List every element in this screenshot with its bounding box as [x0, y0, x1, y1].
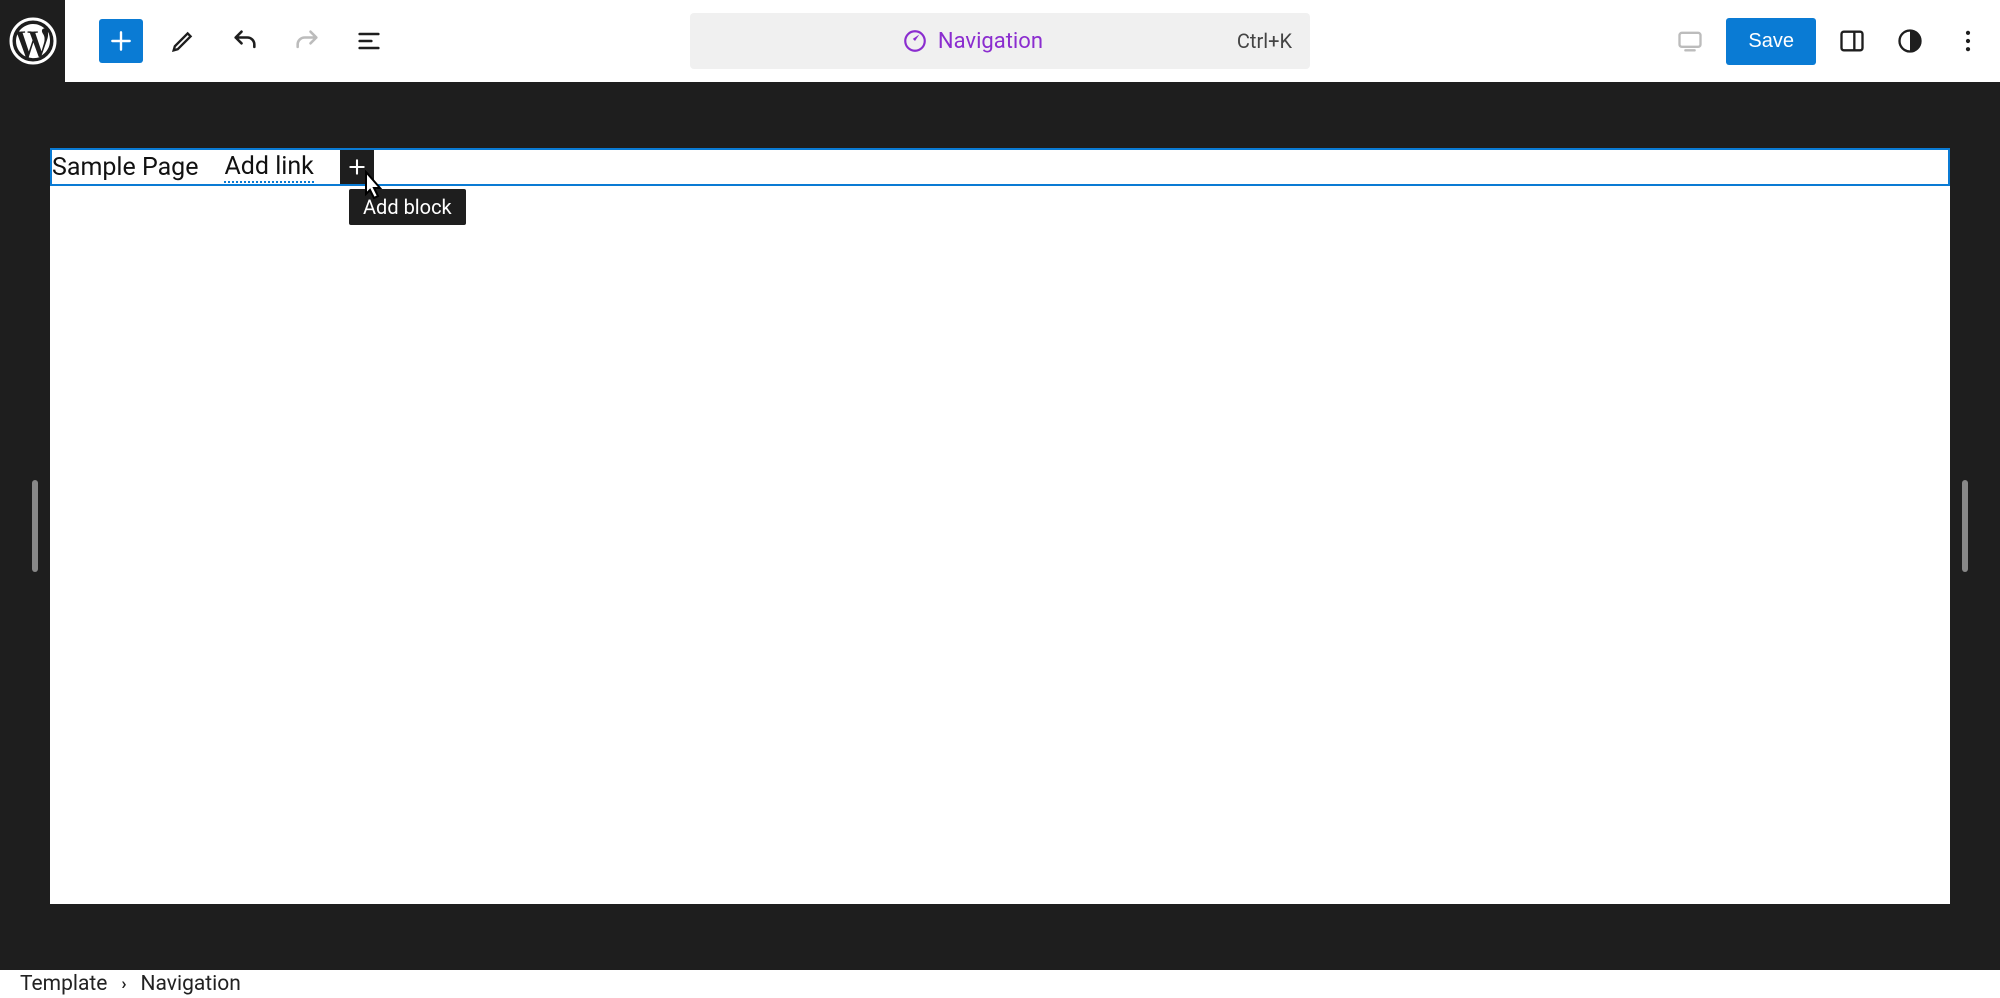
- styles-button[interactable]: [1888, 19, 1932, 63]
- resize-handle-right[interactable]: [1962, 480, 1968, 572]
- toolbar-right-group: Save: [1668, 18, 1990, 65]
- list-view-button[interactable]: [347, 19, 391, 63]
- navigation-block[interactable]: Sample Page Add link: [50, 148, 1950, 186]
- options-button[interactable]: [1946, 19, 1990, 63]
- breadcrumb-current[interactable]: Navigation: [141, 972, 241, 996]
- document-title: Navigation: [938, 29, 1043, 54]
- settings-sidebar-button[interactable]: [1830, 19, 1874, 63]
- wordpress-logo[interactable]: [0, 0, 65, 82]
- view-button[interactable]: [1668, 19, 1712, 63]
- undo-button[interactable]: [223, 19, 267, 63]
- document-title-wrap: Navigation: [708, 28, 1237, 54]
- top-toolbar: Navigation Ctrl+K Save: [0, 0, 2000, 82]
- edit-icon: [169, 27, 197, 55]
- tools-button[interactable]: [161, 19, 205, 63]
- navigation-icon: [902, 28, 928, 54]
- styles-icon: [1896, 27, 1924, 55]
- toolbar-left-group: [65, 19, 391, 63]
- list-view-icon: [355, 27, 383, 55]
- editor-viewport: Sample Page Add link Add block: [0, 82, 2000, 970]
- desktop-icon: [1676, 27, 1704, 55]
- resize-handle-left[interactable]: [32, 480, 38, 572]
- redo-button[interactable]: [285, 19, 329, 63]
- save-button[interactable]: Save: [1726, 18, 1816, 65]
- command-shortcut: Ctrl+K: [1237, 29, 1292, 53]
- undo-icon: [231, 27, 259, 55]
- wordpress-icon: [9, 17, 57, 65]
- document-bar[interactable]: Navigation Ctrl+K: [690, 13, 1310, 69]
- add-link-placeholder[interactable]: Add link: [224, 152, 313, 183]
- sidebar-icon: [1838, 27, 1866, 55]
- breadcrumb-root[interactable]: Template: [20, 972, 107, 996]
- redo-icon: [293, 27, 321, 55]
- nav-item-sample-page[interactable]: Sample Page: [52, 151, 210, 184]
- pointer-cursor: [356, 170, 392, 210]
- block-inserter-button[interactable]: [99, 19, 143, 63]
- more-vertical-icon: [1954, 27, 1982, 55]
- plus-icon: [108, 28, 134, 54]
- block-breadcrumb: Template › Navigation: [0, 970, 2000, 998]
- editor-canvas[interactable]: Sample Page Add link Add block: [50, 148, 1950, 904]
- chevron-right-icon: ›: [121, 974, 126, 994]
